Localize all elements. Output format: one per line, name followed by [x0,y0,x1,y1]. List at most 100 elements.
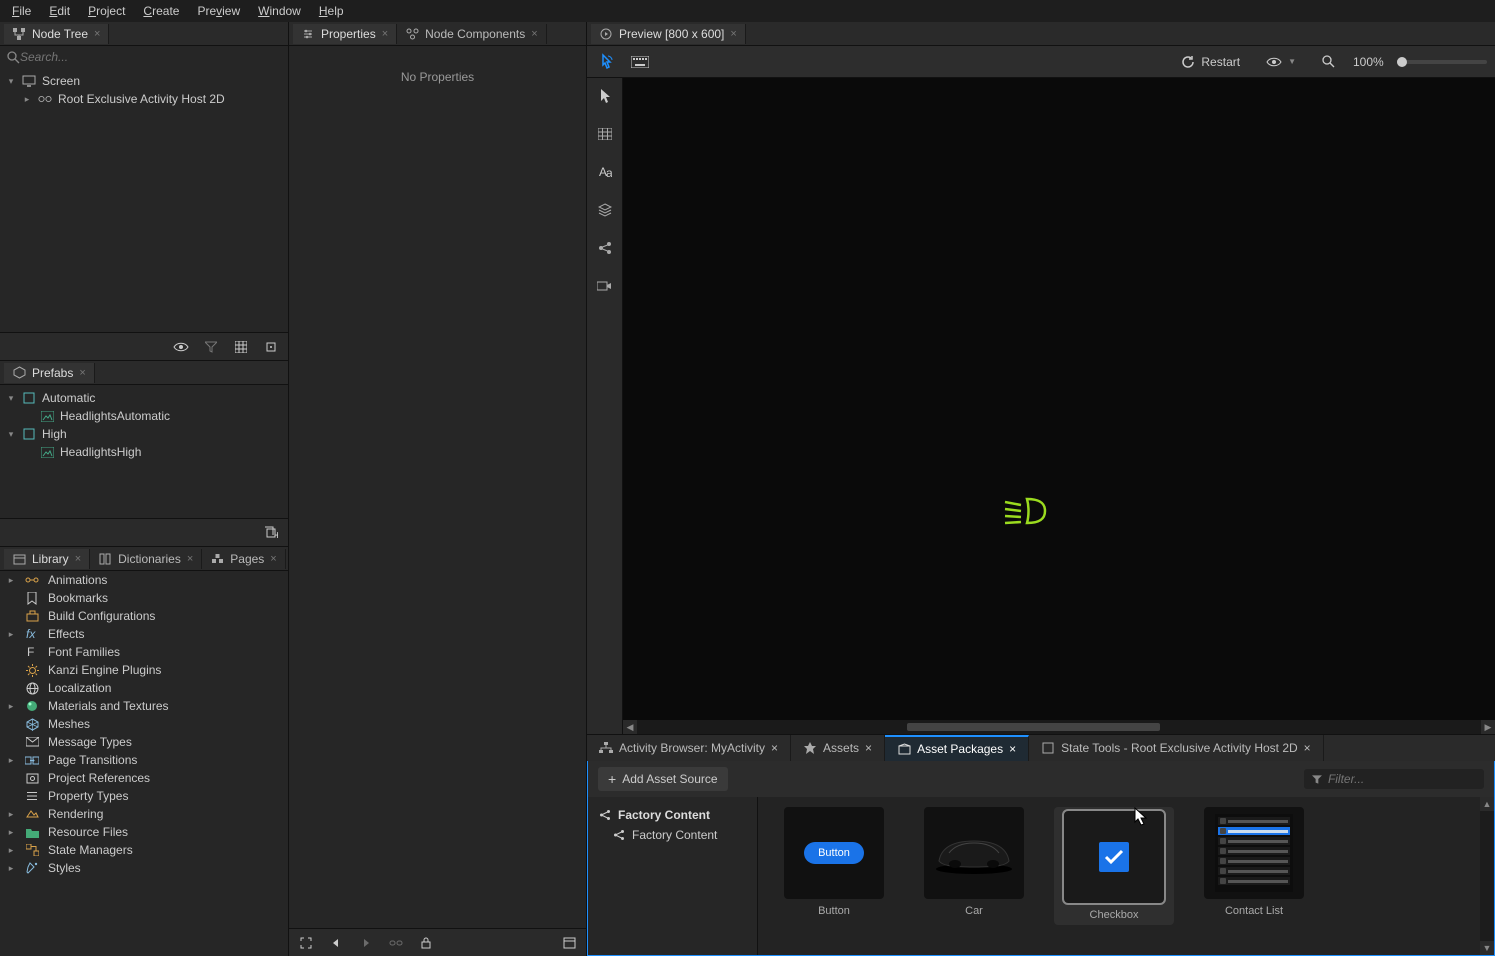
menu-create[interactable]: Create [135,2,187,20]
prefab-headlights-high[interactable]: HeadlightsHigh [0,443,288,461]
close-icon[interactable]: × [382,28,388,40]
preview-canvas[interactable]: ◀ ▶ [623,78,1495,734]
asset-card-checkbox[interactable]: Checkbox [1054,807,1174,925]
prefab-add-button[interactable]: + [260,522,282,544]
library-item-project-references[interactable]: Project References [0,769,288,787]
expander-icon[interactable]: ▸ [6,827,16,837]
footer-tool-link[interactable] [385,932,407,954]
layers-tool[interactable] [593,198,617,222]
tree-item-root-host[interactable]: ▸ Root Exclusive Activity Host 2D [0,90,288,108]
expander-icon[interactable]: ▾ [6,76,16,86]
prefab-high[interactable]: ▾ High [0,425,288,443]
asset-filter[interactable] [1304,769,1484,789]
expander-icon[interactable] [6,611,16,621]
footer-tool-expand[interactable] [558,932,580,954]
library-item-page-transitions[interactable]: ▸Page Transitions [0,751,288,769]
menu-edit[interactable]: Edit [41,2,78,20]
library-item-resource-files[interactable]: ▸Resource Files [0,823,288,841]
menu-preview[interactable]: Preview [189,2,248,20]
close-icon[interactable]: × [270,553,276,565]
restart-button[interactable]: Restart [1173,51,1248,73]
tab-assets[interactable]: Assets × [791,735,885,761]
prefab-automatic[interactable]: ▾ Automatic [0,389,288,407]
camera-tool[interactable] [593,274,617,298]
asset-tree-factory-2[interactable]: Factory Content [594,825,751,845]
visibility-toggle[interactable] [170,336,192,358]
expander-icon[interactable] [6,683,16,693]
expander-icon[interactable] [6,737,16,747]
add-asset-source-button[interactable]: + Add Asset Source [598,767,728,791]
scroll-right-icon[interactable]: ▶ [1481,720,1495,734]
expander-icon[interactable] [6,719,16,729]
footer-tool-fit[interactable] [295,932,317,954]
library-item-font-families[interactable]: FFont Families [0,643,288,661]
library-item-effects[interactable]: ▸fxEffects [0,625,288,643]
tab-asset-packages[interactable]: Asset Packages × [885,735,1029,761]
filter-input[interactable] [1328,772,1476,786]
library-item-animations[interactable]: ▸Animations [0,571,288,589]
node-tree-search[interactable] [20,50,282,64]
close-icon[interactable]: × [531,28,537,40]
asset-card-contact-list[interactable]: Contact List [1194,807,1314,917]
tab-properties[interactable]: Properties × [293,24,397,44]
close-icon[interactable]: × [865,741,872,755]
pointer-tool[interactable] [593,84,617,108]
expander-icon[interactable] [6,791,16,801]
scroll-down-icon[interactable]: ▼ [1480,941,1494,955]
expander-icon[interactable]: ▸ [6,701,16,711]
expander-icon[interactable]: ▸ [6,755,16,765]
tab-library[interactable]: Library × [4,549,90,569]
menu-project[interactable]: Project [80,2,133,20]
grid-tool[interactable] [593,122,617,146]
asset-card-button[interactable]: Button Button [774,807,894,917]
close-icon[interactable]: × [1304,741,1311,755]
close-icon[interactable]: × [94,28,100,40]
share-tool[interactable] [593,236,617,260]
library-item-meshes[interactable]: Meshes [0,715,288,733]
expander-icon[interactable]: ▸ [22,94,32,104]
close-icon[interactable]: × [771,741,778,755]
text-tool[interactable]: Aa [593,160,617,184]
close-icon[interactable]: × [75,553,81,565]
asset-grid-vscroll[interactable]: ▲ ▼ [1480,797,1494,955]
asset-card-car[interactable]: Car [914,807,1034,917]
close-icon[interactable]: × [187,553,193,565]
preview-hscroll[interactable]: ◀ ▶ [623,720,1495,734]
footer-tool-lock[interactable] [415,932,437,954]
menu-window[interactable]: Window [250,2,309,20]
tab-dictionaries[interactable]: Dictionaries × [90,549,202,569]
library-item-materials-and-textures[interactable]: ▸Materials and Textures [0,697,288,715]
close-icon[interactable]: × [79,367,85,379]
close-icon[interactable]: × [730,28,736,40]
visibility-dropdown[interactable]: ▼ [1258,52,1304,72]
grid-toggle[interactable] [230,336,252,358]
scroll-up-icon[interactable]: ▲ [1480,797,1494,811]
expander-icon[interactable]: ▾ [6,429,16,439]
expander-icon[interactable]: ▸ [6,863,16,873]
expander-icon[interactable]: ▾ [6,393,16,403]
library-item-bookmarks[interactable]: Bookmarks [0,589,288,607]
prefab-headlights-automatic[interactable]: HeadlightsAutomatic [0,407,288,425]
library-item-styles[interactable]: ▸Styles [0,859,288,877]
expand-toggle[interactable] [260,336,282,358]
library-item-message-types[interactable]: Message Types [0,733,288,751]
library-item-kanzi-engine-plugins[interactable]: Kanzi Engine Plugins [0,661,288,679]
expander-icon[interactable] [6,647,16,657]
tab-state-tools[interactable]: State Tools - Root Exclusive Activity Ho… [1029,735,1324,761]
expander-icon[interactable]: ▸ [6,629,16,639]
tab-activity-browser[interactable]: Activity Browser: MyActivity × [587,735,791,761]
tab-node-components[interactable]: Node Components × [397,24,547,44]
library-item-build-configurations[interactable]: Build Configurations [0,607,288,625]
library-item-property-types[interactable]: Property Types [0,787,288,805]
tab-node-tree[interactable]: Node Tree × [4,24,109,44]
menu-file[interactable]: File [4,2,39,20]
interact-tool[interactable] [595,50,619,74]
tree-item-screen[interactable]: ▾ Screen [0,72,288,90]
close-icon[interactable]: × [1009,742,1016,756]
library-item-localization[interactable]: Localization [0,679,288,697]
expander-icon[interactable] [6,593,16,603]
expander-icon[interactable] [6,773,16,783]
expander-icon[interactable]: ▸ [6,845,16,855]
library-item-rendering[interactable]: ▸Rendering [0,805,288,823]
tab-preview[interactable]: Preview [800 x 600] × [591,24,746,44]
